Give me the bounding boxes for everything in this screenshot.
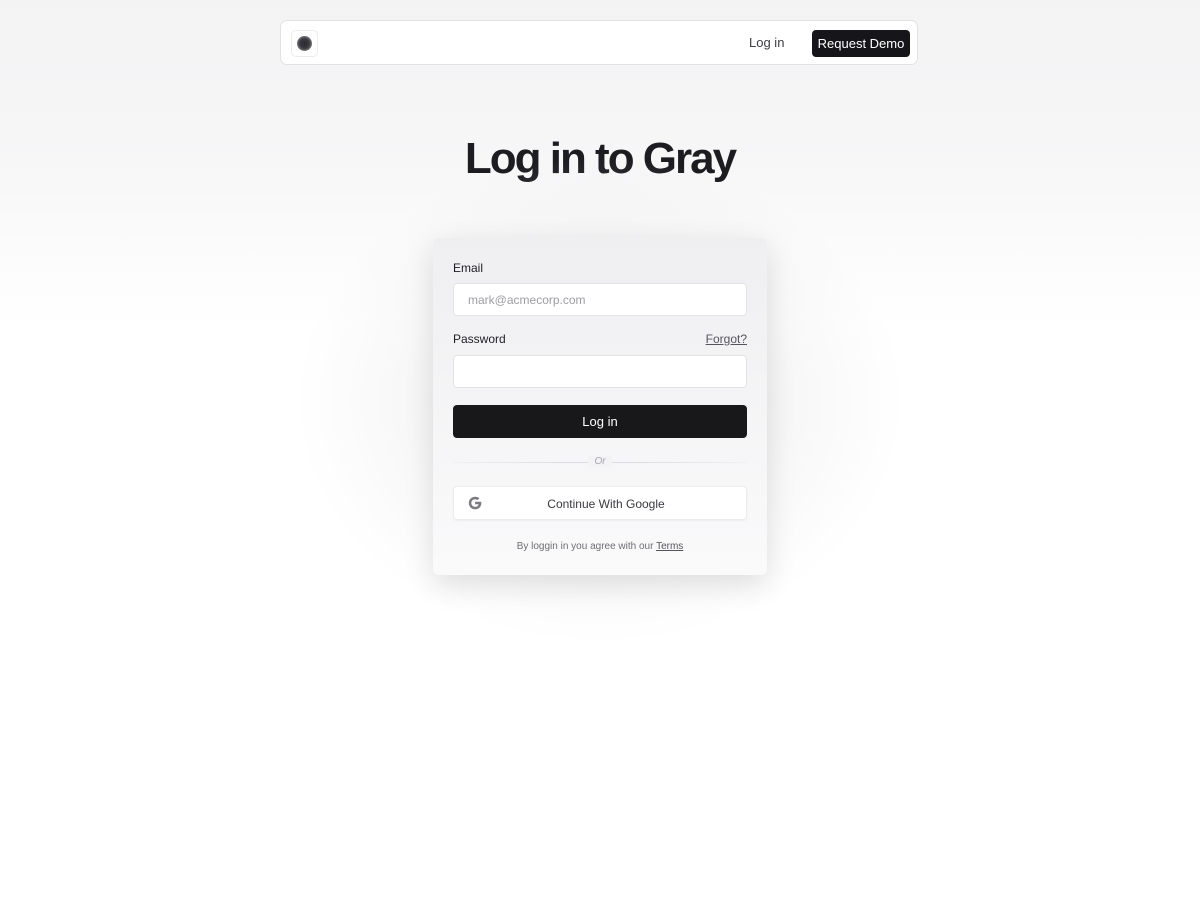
password-label: Password: [453, 332, 506, 346]
top-navbar: Log in Request Demo: [280, 20, 918, 65]
email-label: Email: [453, 261, 484, 275]
terms-link[interactable]: Terms: [656, 541, 683, 552]
nav-login-link[interactable]: Log in: [749, 35, 784, 50]
or-separator: Or: [433, 456, 767, 467]
email-input[interactable]: [453, 283, 747, 316]
request-demo-button[interactable]: Request Demo: [812, 30, 910, 57]
login-card: Email Password Forgot? Log in Or Continu…: [433, 238, 767, 575]
password-input[interactable]: [453, 355, 747, 388]
terms-prefix: By loggin in you agree with our: [516, 541, 654, 552]
terms-notice: By loggin in you agree with our Terms: [433, 541, 767, 552]
login-button[interactable]: Log in: [453, 405, 747, 438]
circle-logo-icon: [297, 36, 312, 51]
continue-with-google-button[interactable]: Continue With Google: [453, 486, 747, 520]
google-button-label: Continue With Google: [547, 497, 665, 511]
logo[interactable]: [291, 30, 318, 57]
forgot-password-link[interactable]: Forgot?: [706, 332, 747, 346]
or-label: Or: [588, 456, 612, 467]
